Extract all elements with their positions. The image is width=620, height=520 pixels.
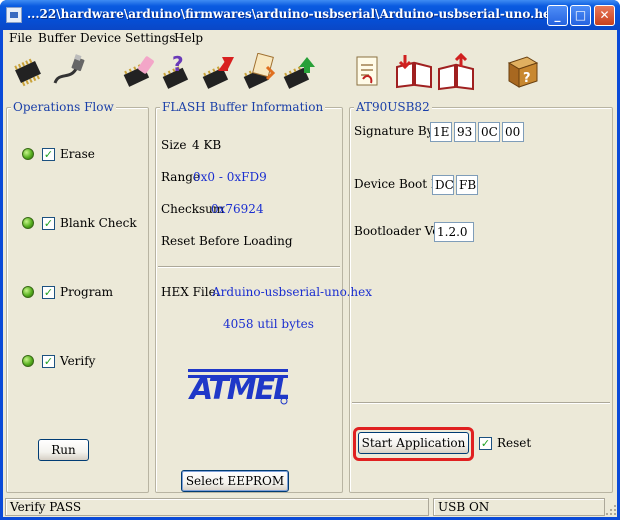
atmel-logo: ATMEL [188, 369, 288, 407]
size-label: Size [161, 138, 187, 152]
reset-checkbox[interactable]: ✓ [479, 437, 492, 450]
menu-buffer[interactable]: Buffer [38, 31, 76, 45]
menu-settings[interactable]: Settings [125, 31, 175, 45]
run-button[interactable]: Run [38, 439, 89, 461]
program-label: Program [60, 285, 113, 299]
flash-buffer-group: FLASH Buffer Information Size 4 KB Range… [155, 100, 372, 493]
bootloader-version-value: 1.2.0 [434, 222, 474, 242]
verify-checkbox[interactable]: ✓ [42, 355, 55, 368]
chip-icon[interactable] [9, 53, 47, 91]
range-value: 0x0 - 0xFD9 [193, 170, 267, 184]
erase-chip-icon[interactable] [119, 53, 157, 91]
help-book-icon[interactable]: ? [503, 53, 541, 91]
usb-cable-icon[interactable] [49, 53, 87, 91]
signature-byte-4: 00 [502, 122, 524, 142]
device-group: AT90USB82 Signature Bytes 1E 93 0C 00 De… [349, 100, 613, 493]
signature-byte-2: 93 [454, 122, 476, 142]
erase-label: Erase [60, 147, 95, 161]
client-area: File Buffer Device Settings Help ? ? Ope… [3, 30, 617, 517]
operations-flow-title: Operations Flow [11, 100, 116, 114]
atmel-logo-text: ATMEL [188, 372, 288, 407]
status-bar: Verify PASS USB ON [3, 496, 617, 517]
svg-text:?: ? [172, 53, 184, 76]
signature-byte-1: 1E [430, 122, 452, 142]
device-title: AT90USB82 [354, 100, 432, 114]
util-bytes-value: 4058 util bytes [223, 317, 314, 331]
signature-byte-3: 0C [478, 122, 500, 142]
blank-check-icon[interactable]: ? [158, 53, 196, 91]
program-chip-icon[interactable] [198, 53, 236, 91]
app-icon[interactable] [6, 7, 22, 23]
status-message: Verify PASS [5, 498, 429, 516]
start-application-button[interactable]: Start Application [358, 432, 469, 454]
flash-buffer-title: FLASH Buffer Information [160, 100, 326, 114]
select-eeprom-button[interactable]: Select EEPROM [181, 470, 289, 492]
verify-chip-icon[interactable] [279, 53, 317, 91]
verify-status-led [22, 355, 34, 367]
operations-flow-group: Operations Flow ✓ Erase ✓ Blank Check ✓ … [6, 100, 149, 493]
minimize-button[interactable]: _ [547, 5, 568, 26]
reset-before-loading-label: Reset Before Loading [161, 234, 293, 248]
verify-label: Verify [60, 354, 96, 368]
usb-status: USB ON [433, 498, 605, 516]
close-button[interactable]: ✕ [594, 5, 615, 26]
read-chip-icon[interactable] [239, 53, 277, 91]
program-checkbox[interactable]: ✓ [42, 286, 55, 299]
svg-text:?: ? [523, 71, 531, 86]
hex-file-value: Arduino-usbserial-uno.hex [212, 285, 372, 299]
erase-checkbox[interactable]: ✓ [42, 148, 55, 161]
boot-id-2: FB [456, 175, 478, 195]
menu-bar: File Buffer Device Settings Help [3, 30, 617, 48]
reset-label: Reset [497, 436, 532, 450]
toolbar: ? ? [3, 49, 617, 99]
maximize-button[interactable]: □ [570, 5, 591, 26]
menu-device[interactable]: Device [80, 31, 121, 45]
checksum-value: 0x76924 [211, 202, 264, 216]
menu-file[interactable]: File [9, 31, 32, 45]
resize-grip-icon[interactable] [605, 504, 617, 516]
hex-file-label: HEX File: [161, 285, 220, 299]
device-separator [352, 402, 610, 404]
menu-help[interactable]: Help [174, 31, 203, 45]
title-bar[interactable]: ...22\hardware\arduino\firmwares\arduino… [0, 0, 620, 30]
flash-separator [158, 266, 340, 268]
main-window: ...22\hardware\arduino\firmwares\arduino… [0, 0, 620, 520]
erase-status-led [22, 148, 34, 160]
size-value: 4 KB [192, 138, 222, 152]
open-book-icon[interactable] [395, 53, 433, 91]
program-status-led [22, 286, 34, 298]
blank-check-checkbox[interactable]: ✓ [42, 217, 55, 230]
boot-id-1: DC [432, 175, 454, 195]
blank-check-status-led [22, 217, 34, 229]
save-book-icon[interactable] [437, 53, 475, 91]
window-title: ...22\hardware\arduino\firmwares\arduino… [27, 7, 558, 21]
blank-check-label: Blank Check [60, 216, 137, 230]
load-hex-icon[interactable] [349, 53, 387, 91]
